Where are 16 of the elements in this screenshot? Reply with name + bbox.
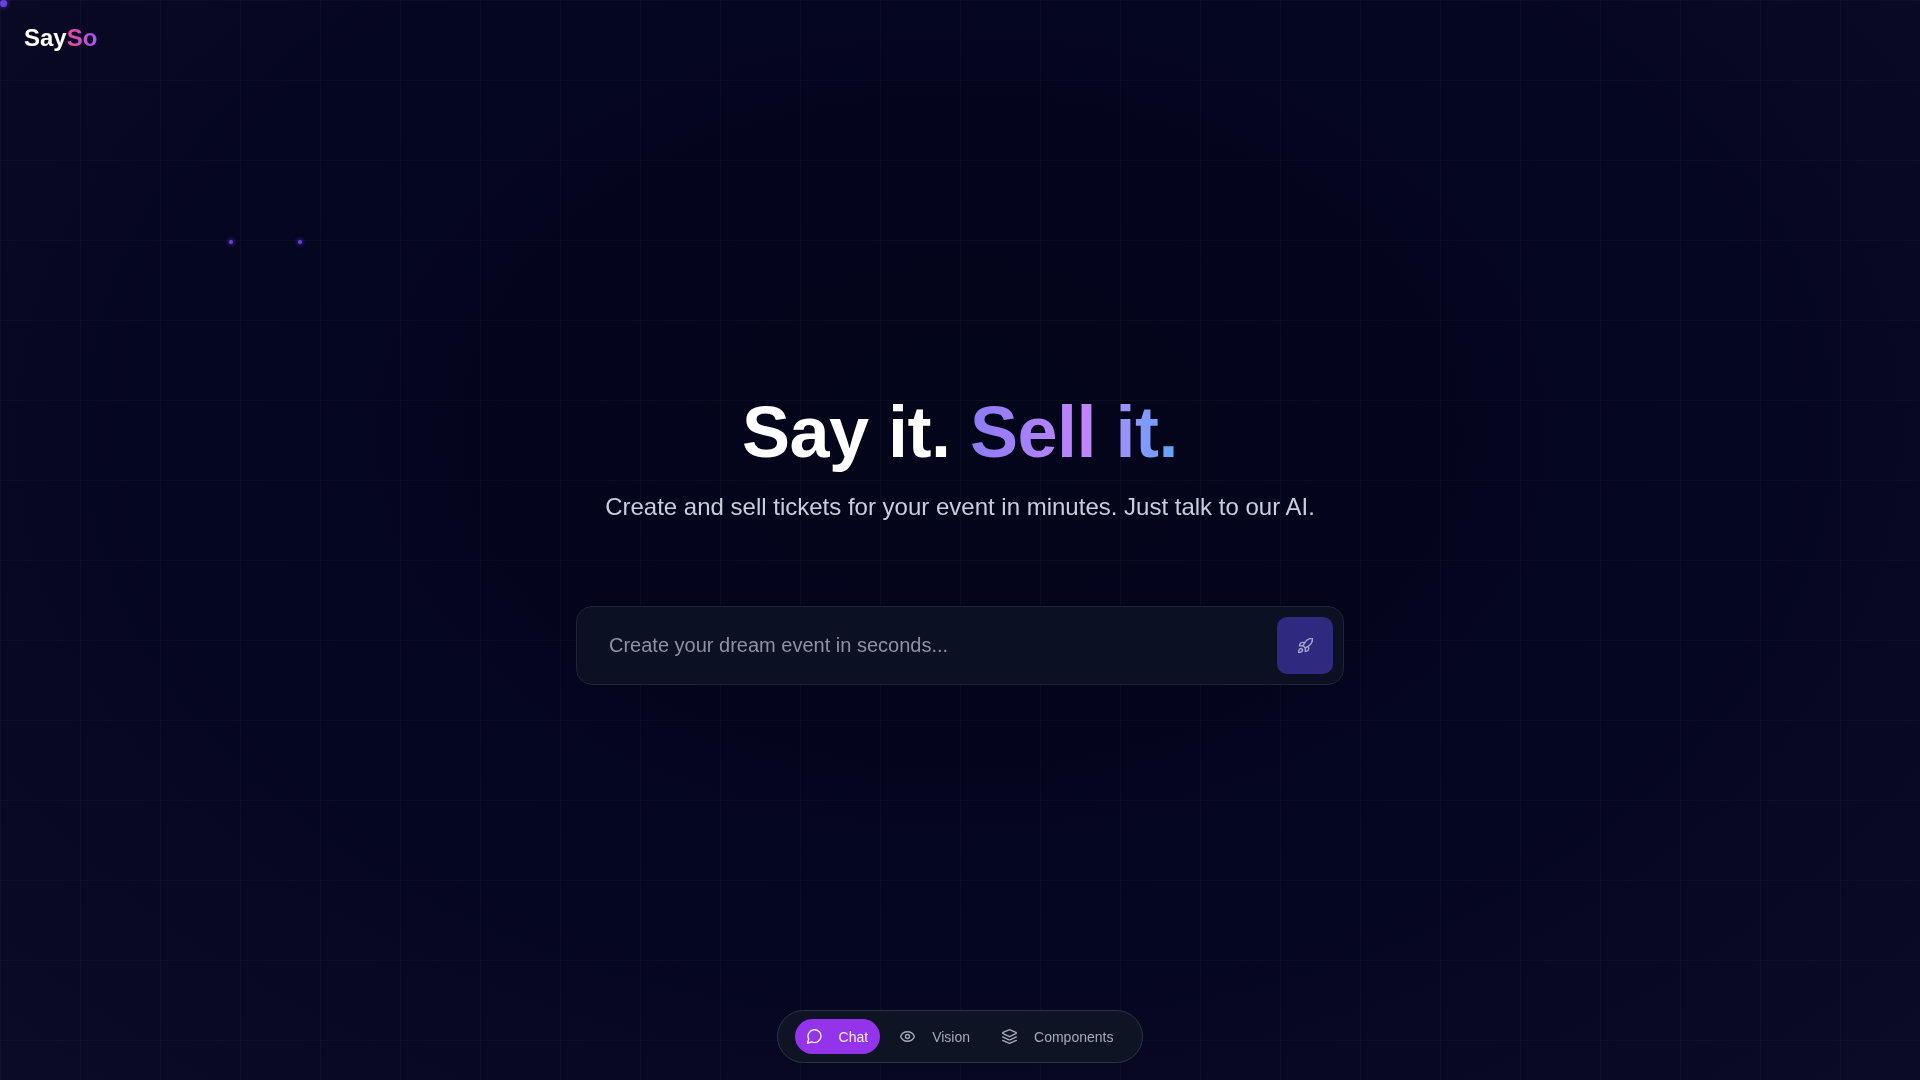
glow-dot-icon [298,240,302,244]
mode-tab[interactable]: Components [990,1019,1126,1054]
prompt-field[interactable]: Create your dream event in seconds... [576,605,1344,685]
layers-icon [1002,1029,1018,1044]
prompt-input[interactable]: Create your dream event in seconds... [609,616,1277,674]
glow-dot-icon [229,240,233,244]
glow-dot-icon [0,0,7,7]
hero-subtitle: Create and sell tickets for your event in minutes. Just talk to our AI. [605,492,1315,522]
chat-bubble-icon [806,1029,822,1044]
mode-tab[interactable]: Vision [888,1019,983,1054]
hero-heading: Say it. Sell it. [741,392,1179,472]
logo[interactable]: SaySo [24,24,98,53]
mode-tab[interactable]: Chat [794,1019,881,1054]
send-button[interactable] [1277,616,1333,674]
eye-icon [900,1029,916,1044]
rocket-icon [1297,637,1313,653]
